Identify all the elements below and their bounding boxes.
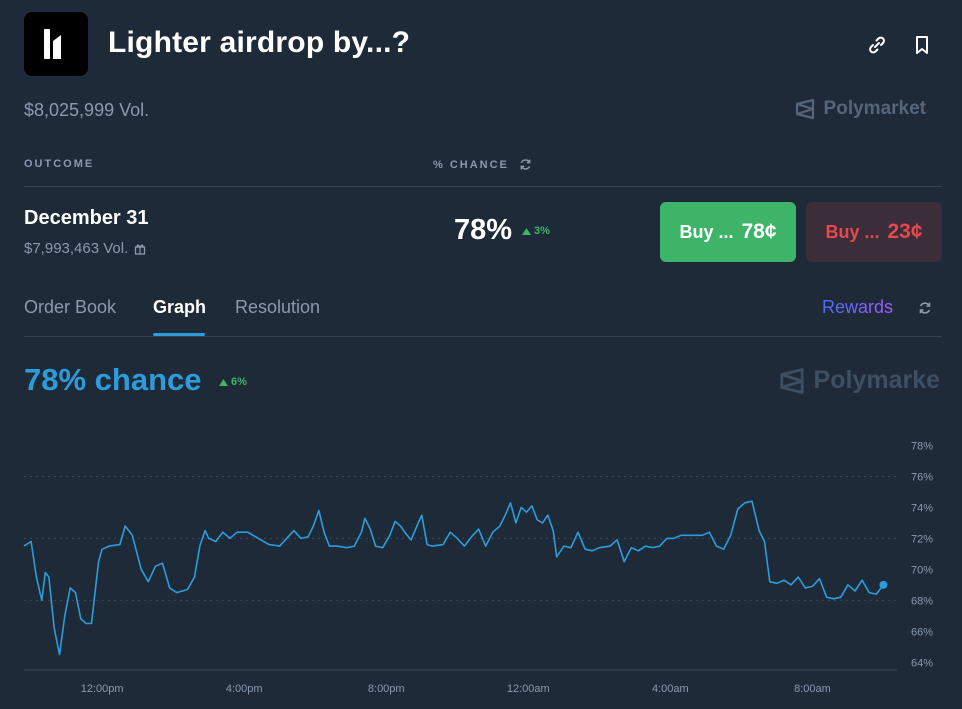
- x-tick-label: 4:00pm: [226, 683, 263, 695]
- watermark-text: Polymarke: [813, 366, 940, 394]
- y-tick-label: 66%: [911, 626, 933, 638]
- copy-link-button[interactable]: [865, 33, 889, 57]
- link-icon: [869, 36, 885, 54]
- outcome-delta: 3%: [522, 225, 550, 237]
- chance-column-header: % CHANCE: [433, 158, 532, 171]
- tab-order-book[interactable]: Order Book: [24, 297, 116, 318]
- y-tick-label: 70%: [911, 564, 933, 576]
- chart-watermark: Polymarke: [778, 366, 940, 395]
- chance-header-label: % CHANCE: [433, 158, 509, 171]
- x-tick-label: 12:00pm: [81, 683, 124, 695]
- refresh-graph-button[interactable]: [913, 296, 937, 320]
- current-price-dot: [879, 580, 888, 589]
- x-tick-label: 8:00pm: [368, 683, 405, 695]
- bookmark-icon: [916, 36, 928, 54]
- graph-delta: 6%: [219, 376, 247, 388]
- outcome-percent: 78%: [454, 214, 513, 246]
- y-tick-label: 68%: [911, 595, 933, 607]
- lighter-logo-icon: [44, 29, 61, 59]
- x-tick-label: 8:00am: [794, 683, 831, 695]
- buy-yes-price: 78¢: [741, 220, 777, 243]
- market-logo: [24, 12, 88, 76]
- refresh-icon[interactable]: [519, 158, 532, 171]
- x-tick-label: 12:00am: [507, 683, 550, 695]
- graph-delta-value: 6%: [231, 376, 247, 388]
- y-tick-label: 74%: [911, 502, 933, 514]
- polymarket-logo-icon: [795, 98, 814, 120]
- y-tick-label: 76%: [911, 471, 933, 483]
- x-tick-label: 4:00am: [652, 683, 689, 695]
- y-tick-label: 64%: [911, 657, 933, 669]
- outcome-delta-value: 3%: [534, 225, 550, 237]
- price-chart[interactable]: 78% 76% 74% 72% 70% 68% 66% 64% 12:00pm 4:00pm 8:0…: [0, 420, 962, 709]
- tab-resolution[interactable]: Resolution: [235, 297, 320, 318]
- up-arrow-icon: [522, 227, 531, 235]
- tabs-divider: [24, 336, 942, 337]
- polymarket-brand: Polymarket: [794, 98, 926, 120]
- y-tick-label: 72%: [911, 533, 933, 545]
- refresh-icon: [919, 302, 931, 314]
- outcome-column-header: OUTCOME: [24, 158, 95, 170]
- gift-icon: [135, 244, 146, 255]
- graph-chance: 78% chance: [24, 362, 202, 397]
- header-divider: [24, 186, 942, 187]
- buy-yes-label: Buy ...: [679, 221, 734, 242]
- buy-no-button[interactable]: Buy ... 23¢: [806, 202, 942, 262]
- outcome-volume: $7,993,463 Vol.: [24, 240, 146, 257]
- buy-no-price: 23¢: [887, 220, 923, 243]
- price-line: [23, 500, 885, 656]
- rewards-link[interactable]: Rewards: [822, 297, 893, 318]
- up-arrow-icon: [219, 378, 228, 386]
- brand-name: Polymarket: [823, 98, 926, 119]
- polymarket-logo-icon: [779, 367, 804, 394]
- buy-no-label: Buy ...: [825, 221, 880, 242]
- y-tick-label: 78%: [911, 440, 933, 452]
- outcome-volume-text: $7,993,463 Vol.: [24, 240, 129, 257]
- buy-yes-button[interactable]: Buy ... 78¢: [660, 202, 796, 262]
- bookmark-button[interactable]: [910, 33, 934, 57]
- market-title: Lighter airdrop by...?: [108, 26, 411, 59]
- outcome-name: December 31: [24, 207, 149, 229]
- tab-graph[interactable]: Graph: [153, 297, 206, 318]
- market-volume: $8,025,999 Vol.: [24, 100, 150, 120]
